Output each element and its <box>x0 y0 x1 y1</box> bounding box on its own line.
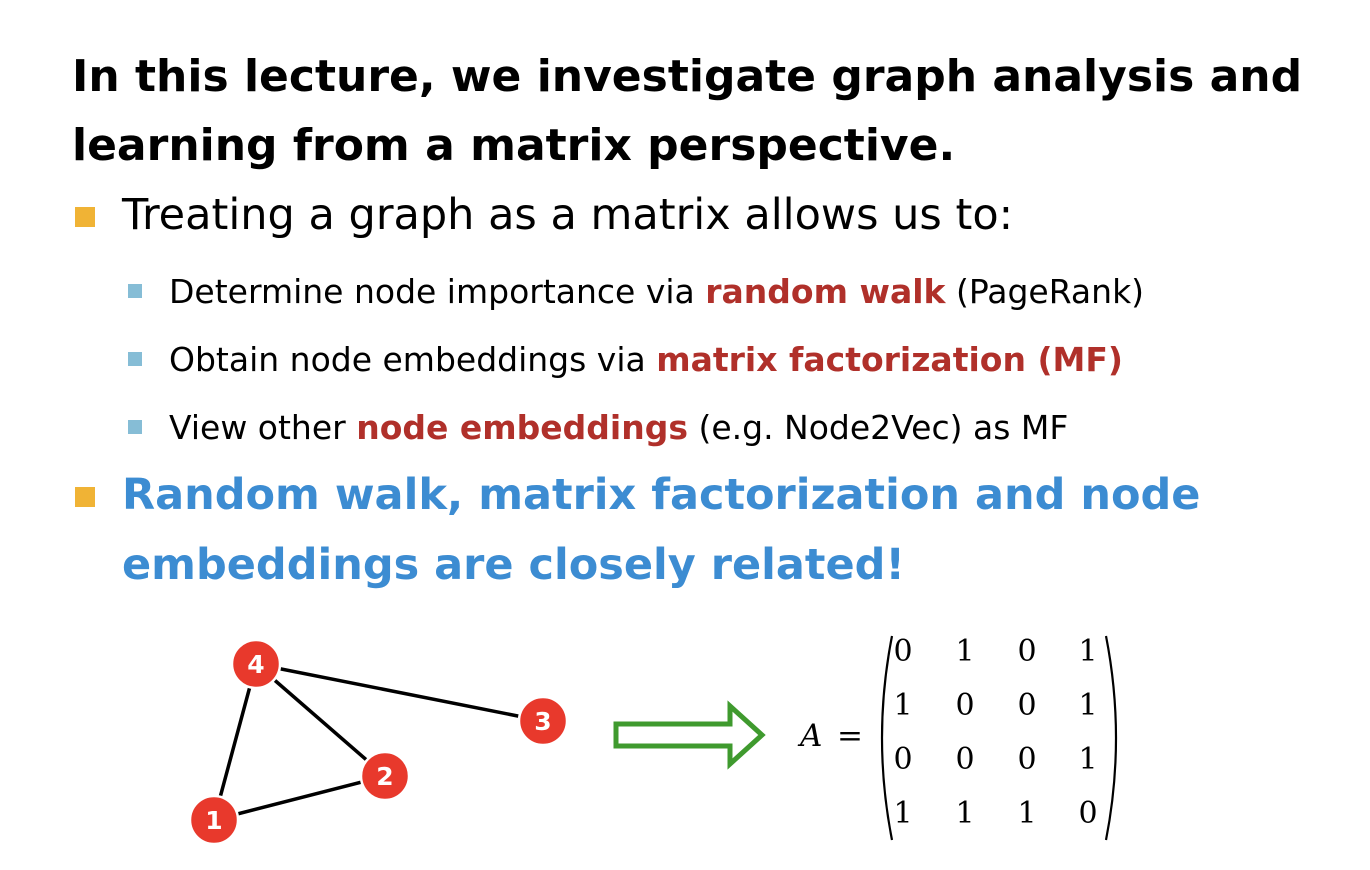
subbullet-text-before: Obtain node embeddings via <box>169 340 657 379</box>
right-arrow-icon <box>613 700 766 770</box>
subbullet-matrix-factorization: Obtain node embeddings via matrix factor… <box>128 330 1328 390</box>
subbullet-random-walk: Determine node importance via random wal… <box>128 262 1328 322</box>
square-subbullet-icon <box>128 284 142 298</box>
matrix-cell-r2-c3: 0 <box>1017 688 1037 723</box>
matrix-symbol: A <box>800 718 823 754</box>
graph-edge-4-3 <box>255 662 544 723</box>
matrix-cell-r1-c1: 0 <box>893 634 913 669</box>
subbullet-highlight: random walk <box>705 272 946 311</box>
square-bullet-icon <box>75 207 95 227</box>
matrix-cell-r2-c1: 1 <box>893 688 913 723</box>
subbullet-text-before: Determine node importance via <box>169 272 706 311</box>
matrix-cell-r2-c4: 1 <box>1078 688 1098 723</box>
graph-node-label: 3 <box>534 707 551 736</box>
graph-node-3: 3 <box>517 695 569 747</box>
graph-edge-1-2 <box>213 774 386 822</box>
bullet-graph-as-matrix: Treating a graph as a matrix allows us t… <box>72 180 1342 250</box>
square-subbullet-icon <box>128 352 142 366</box>
subbullet-node-embeddings: View other node embeddings (e.g. Node2Ve… <box>128 398 1328 458</box>
square-bullet-icon <box>75 487 95 507</box>
matrix-cell-r1-c3: 0 <box>1017 634 1037 669</box>
matrix-cell-r4-c2: 1 <box>955 796 975 831</box>
matrix-cell-r3-c3: 0 <box>1017 742 1037 777</box>
slide: In this lecture, we investigate graph an… <box>0 0 1370 870</box>
matrix-cell-r1-c4: 1 <box>1078 634 1098 669</box>
subbullet-text: View other node embeddings (e.g. Node2Ve… <box>169 398 1068 458</box>
matrix-cell-r3-c1: 0 <box>893 742 913 777</box>
graph-node-4: 4 <box>230 638 282 690</box>
matrix-cell-r2-c2: 0 <box>955 688 975 723</box>
graph-node-2: 2 <box>359 750 411 802</box>
bullet-emphasis-line-2: embeddings are closely related! <box>122 540 906 590</box>
graph-node-label: 4 <box>247 650 264 679</box>
graph-edge-4-2 <box>254 662 387 778</box>
graph-node-label: 1 <box>205 806 222 835</box>
bullet-closely-related: Random walk, matrix factorization and no… <box>72 460 1342 600</box>
bullet-text: Treating a graph as a matrix allows us t… <box>122 190 1014 240</box>
subbullet-text-before: View other <box>169 408 357 447</box>
matrix-cell-r4-c3: 1 <box>1017 796 1037 831</box>
subbullet-highlight: matrix factorization (MF) <box>656 340 1123 379</box>
equals-sign: = <box>837 718 863 754</box>
subbullet-text: Obtain node embeddings via matrix factor… <box>169 330 1123 390</box>
subbullet-text-after: (e.g. Node2Vec) as MF <box>687 408 1069 447</box>
square-subbullet-icon <box>128 420 142 434</box>
graph-node-1: 1 <box>188 794 240 846</box>
bullet-emphasis-text: Random walk, matrix factorization and no… <box>122 460 1282 600</box>
adjacency-matrix: A = 0 1 0 1 1 0 0 1 0 0 0 1 1 1 1 0 <box>795 630 1135 845</box>
graph-node-label: 2 <box>376 762 393 791</box>
subbullet-text-after: (PageRank) <box>945 272 1145 311</box>
matrix-cell-r3-c2: 0 <box>955 742 975 777</box>
matrix-cell-r4-c1: 1 <box>893 796 913 831</box>
slide-title: In this lecture, we investigate graph an… <box>72 42 1332 180</box>
matrix-cell-r1-c2: 1 <box>955 634 975 669</box>
subbullet-text: Determine node importance via random wal… <box>169 262 1144 322</box>
title-line-1: In this lecture, we investigate graph an… <box>72 51 1303 102</box>
title-line-2: learning from a matrix perspective. <box>72 120 956 171</box>
matrix-cell-r3-c4: 1 <box>1078 742 1098 777</box>
matrix-cell-r4-c4: 0 <box>1078 796 1098 831</box>
subbullet-highlight: node embeddings <box>356 408 688 447</box>
example-graph: 1 2 3 4 <box>188 638 569 846</box>
bullet-emphasis-line-1: Random walk, matrix factorization and no… <box>122 470 1201 520</box>
